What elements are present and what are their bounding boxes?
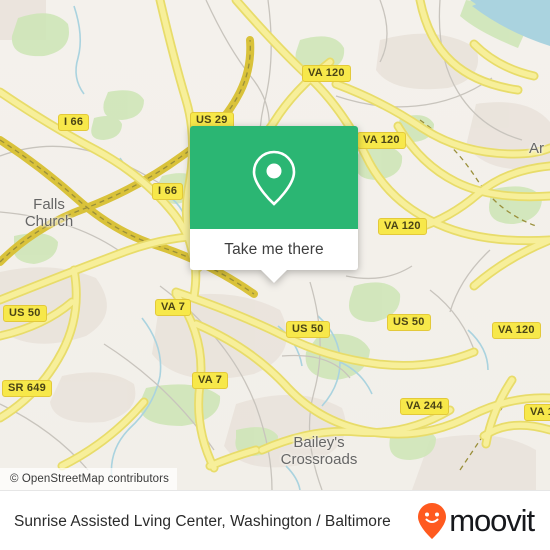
road-shield: VA 7 [192,372,229,389]
moovit-smiley-pin-icon [418,503,447,539]
location-title: Sunrise Assisted Lving Center, Washingto… [14,512,391,530]
road-shield: VA 120 [302,65,351,82]
road-shield: VA 120 [357,132,406,149]
location-popup[interactable]: Take me there [190,126,358,283]
popup-pointer [261,270,287,283]
road-shield: I 66 [152,183,184,200]
road-shield: I 66 [58,114,90,131]
road-shield: VA 120 [378,218,427,235]
moovit-logo[interactable]: moovit [417,502,550,540]
road-shield: VA 244 [400,398,449,415]
road-shield: VA 7 [155,299,192,316]
road-shield: US 50 [387,314,431,331]
map-pin-icon [252,150,296,206]
popup-header [190,126,358,229]
take-me-there-label: Take me there [224,240,324,258]
footer-bar: Sunrise Assisted Lving Center, Washingto… [0,490,550,550]
place-label: Ar [529,140,544,157]
place-label: Bailey's Crossroads [280,434,358,468]
road-shield: US 50 [3,305,47,322]
road-shield: SR 649 [2,380,52,397]
place-label: Falls Church [24,196,74,230]
road-shield: VA 120 [492,322,541,339]
map-canvas[interactable]: Falls Church Bailey's Crossroads Ar VA 1… [0,0,550,490]
osm-attribution[interactable]: © OpenStreetMap contributors [0,468,177,490]
road-shield: VA 1 [524,404,550,421]
road-shield: US 50 [286,321,330,338]
take-me-there-button[interactable]: Take me there [190,229,358,270]
map-screenshot: Falls Church Bailey's Crossroads Ar VA 1… [0,0,550,550]
moovit-wordmark: moovit [449,503,535,538]
